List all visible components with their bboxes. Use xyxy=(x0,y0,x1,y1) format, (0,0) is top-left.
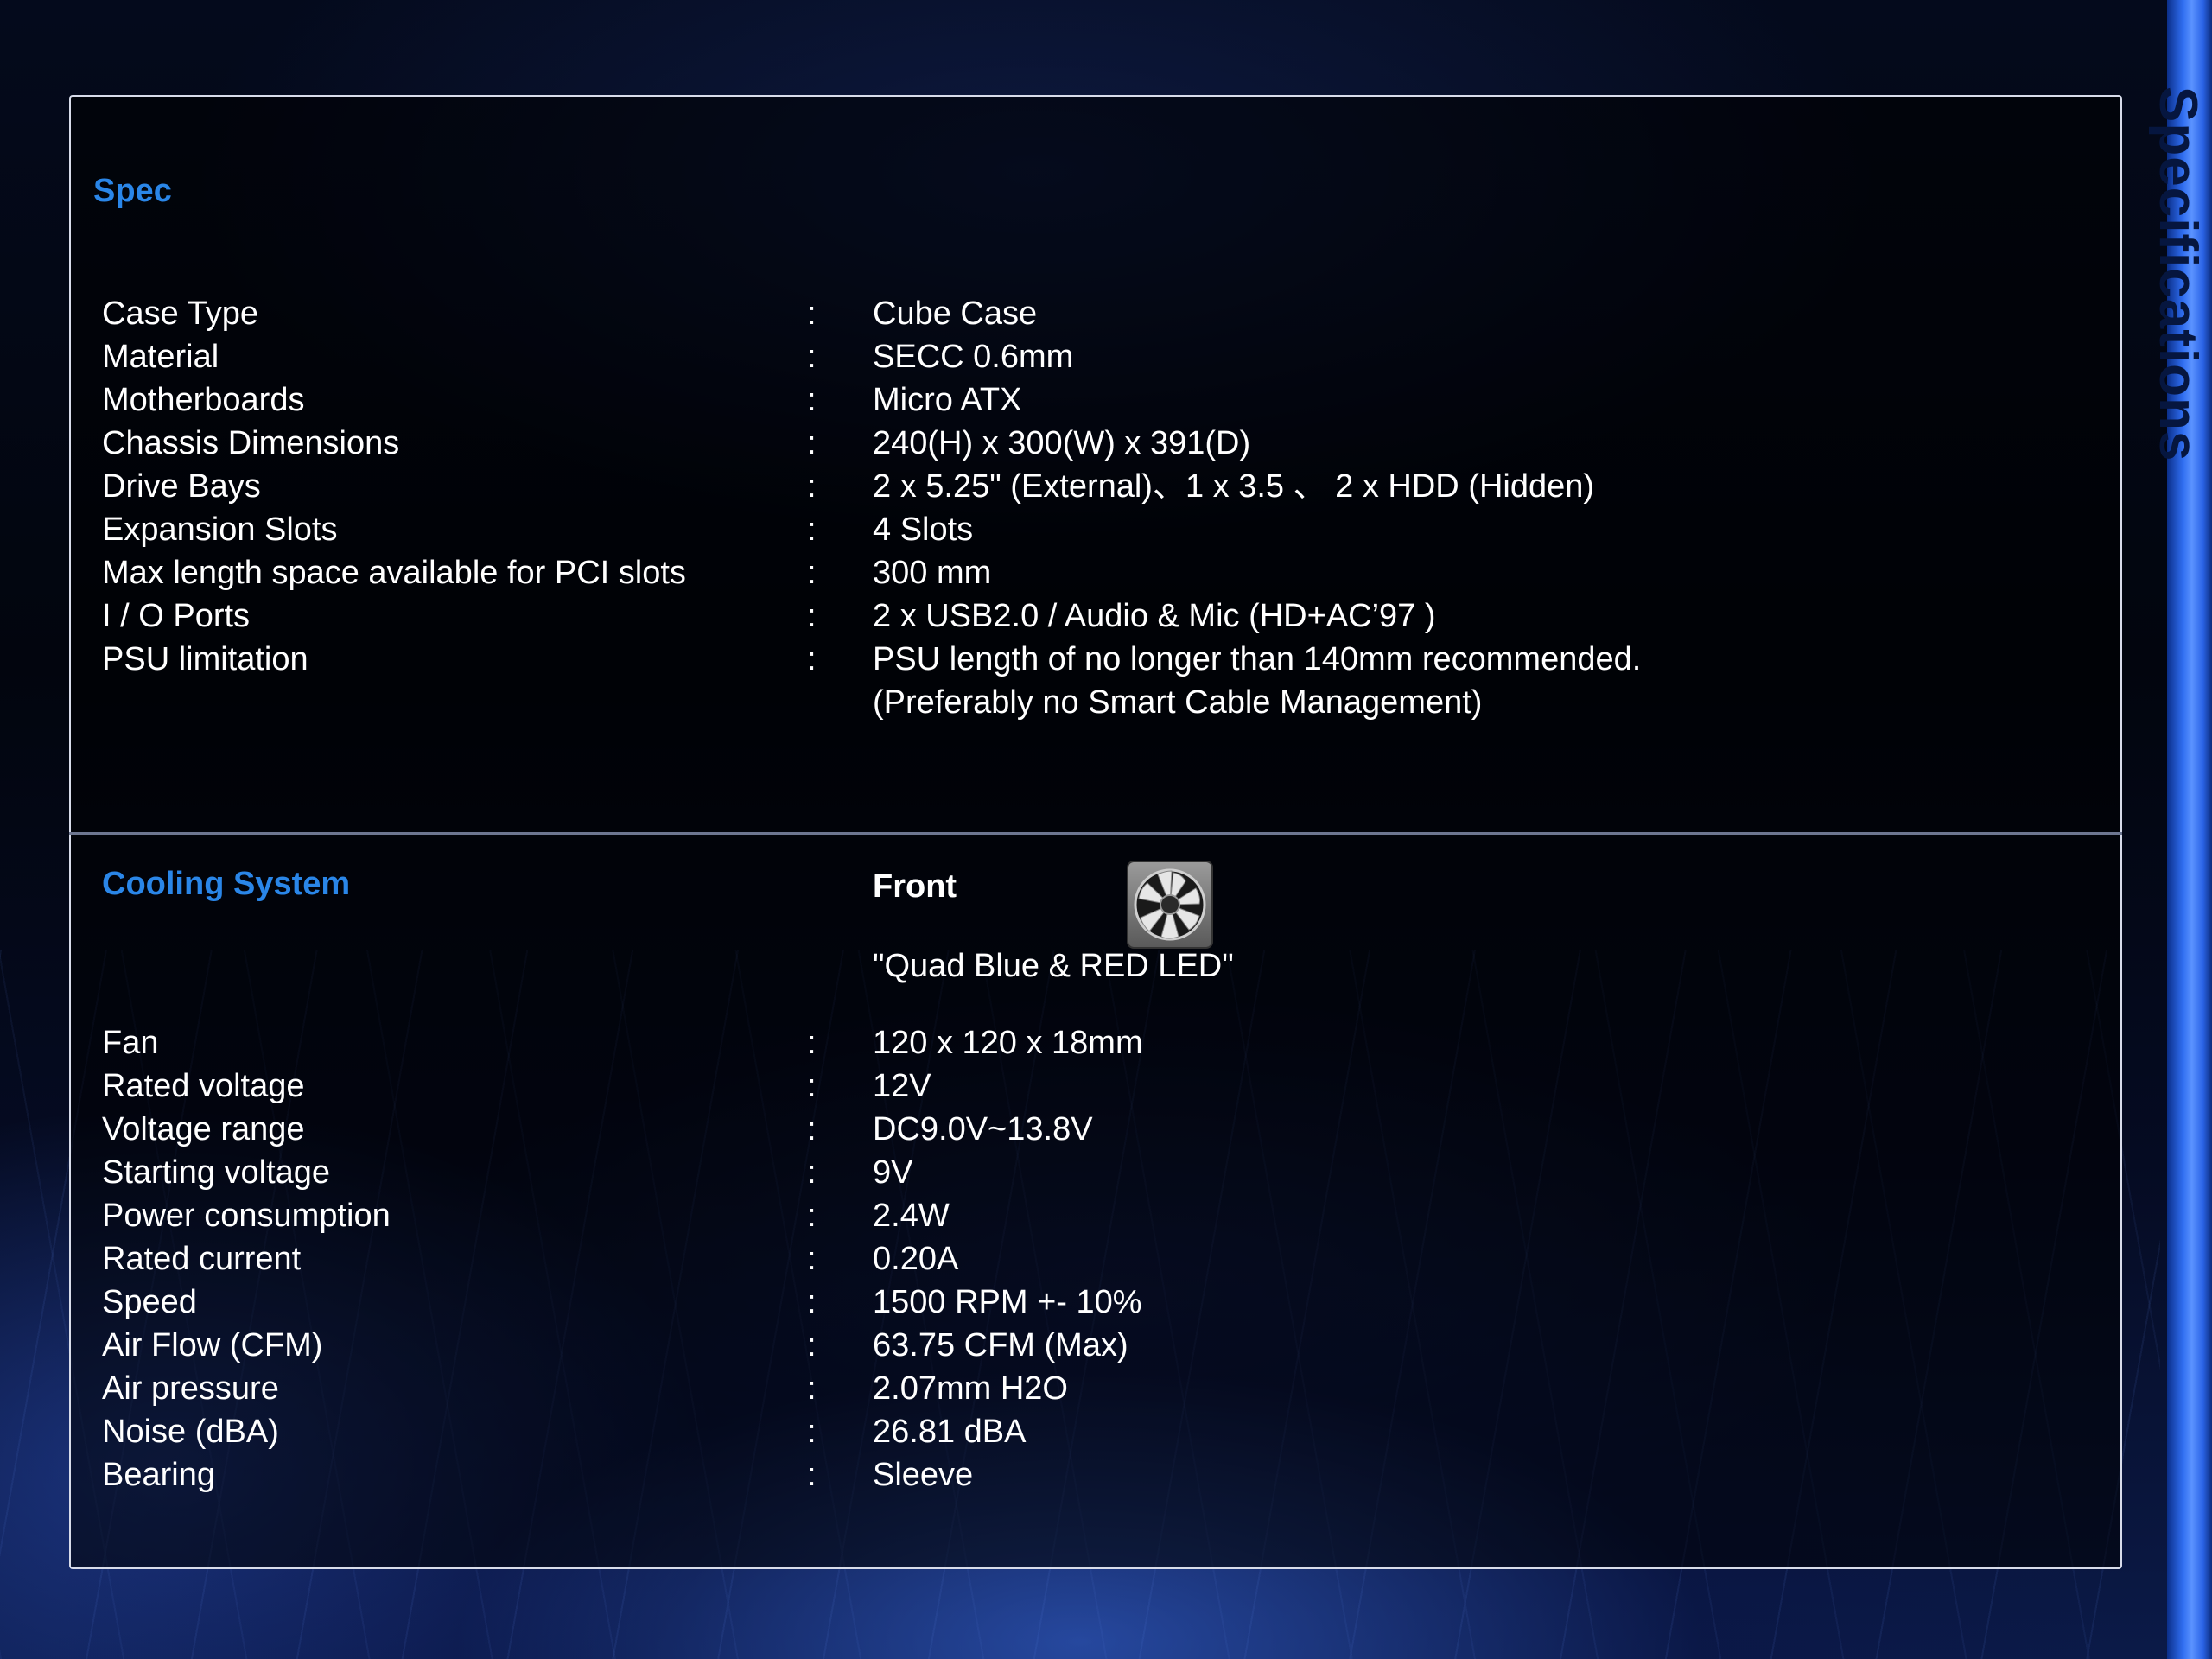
cooling-separator: : xyxy=(807,1241,817,1277)
cooling-value: 0.20A xyxy=(873,1241,959,1277)
spec-row: Drive Bays : 2 x 5.25" (External)、1 x 3.… xyxy=(102,465,1916,508)
spec-label: PSU limitation xyxy=(102,641,308,677)
cooling-row: Fan : 120 x 120 x 18mm xyxy=(102,1021,1916,1065)
cooling-value: 12V xyxy=(873,1068,931,1104)
cooling-row: Starting voltage : 9V xyxy=(102,1151,1916,1194)
cooling-separator: : xyxy=(807,1068,817,1104)
spec-heading: Spec xyxy=(93,173,172,209)
cooling-label: Bearing xyxy=(102,1457,215,1493)
cooling-label: Noise (dBA) xyxy=(102,1414,279,1450)
spec-row: Chassis Dimensions : 240(H) x 300(W) x 3… xyxy=(102,422,1916,465)
cooling-separator: : xyxy=(807,1327,817,1363)
spec-separator: : xyxy=(807,555,817,591)
cooling-separator: : xyxy=(807,1111,817,1147)
cooling-row: Air Flow (CFM) : 63.75 CFM (Max) xyxy=(102,1324,1916,1367)
cooling-label: Air pressure xyxy=(102,1370,279,1407)
cooling-label: Rated current xyxy=(102,1241,302,1277)
cooling-separator: : xyxy=(807,1370,817,1407)
section-divider xyxy=(69,832,2122,835)
cooling-value: 2.07mm H2O xyxy=(873,1370,1068,1407)
cooling-label: Rated voltage xyxy=(102,1068,305,1104)
spec-value: 2 x USB2.0 / Audio & Mic (HD+AC’97 ) xyxy=(873,598,1436,634)
spec-value: 240(H) x 300(W) x 391(D) xyxy=(873,425,1251,461)
cooling-separator: : xyxy=(807,1284,817,1320)
spec-label: Material xyxy=(102,339,219,375)
cooling-label: Power consumption xyxy=(102,1198,391,1234)
spec-label: Case Type xyxy=(102,296,258,332)
spec-value: Cube Case xyxy=(873,296,1038,332)
spec-separator: : xyxy=(807,382,817,418)
spec-separator: : xyxy=(807,598,817,634)
cooling-row: Air pressure : 2.07mm H2O xyxy=(102,1367,1916,1410)
spec-label: Max length space available for PCI slots xyxy=(102,555,686,591)
spec-row: Max length space available for PCI slots… xyxy=(102,551,1916,594)
spec-value: 300 mm xyxy=(873,555,992,591)
cooling-separator: : xyxy=(807,1198,817,1234)
cooling-separator: : xyxy=(807,1154,817,1191)
fan-icon xyxy=(1128,862,1211,947)
spec-row: Case Type : Cube Case xyxy=(102,292,1916,335)
cooling-separator: : xyxy=(807,1025,817,1061)
cooling-value: 2.4W xyxy=(873,1198,950,1234)
cooling-value: 26.81 dBA xyxy=(873,1414,1027,1450)
cooling-value: 1500 RPM +- 10% xyxy=(873,1284,1142,1320)
spec-separator: : xyxy=(807,512,817,548)
spec-label: Expansion Slots xyxy=(102,512,338,548)
cooling-value: 63.75 CFM (Max) xyxy=(873,1327,1128,1363)
spec-value: PSU length of no longer than 140mm recom… xyxy=(873,641,1642,677)
spec-row: Motherboards : Micro ATX xyxy=(102,378,1916,422)
cooling-row: Noise (dBA) : 26.81 dBA xyxy=(102,1410,1916,1453)
spec-label: I / O Ports xyxy=(102,598,251,634)
cooling-value: DC9.0V~13.8V xyxy=(873,1111,1093,1147)
cooling-separator: : xyxy=(807,1414,817,1450)
spec-row: I / O Ports : 2 x USB2.0 / Audio & Mic (… xyxy=(102,594,1916,638)
cooling-row: Speed : 1500 RPM +- 10% xyxy=(102,1281,1916,1324)
spec-row: Material : SECC 0.6mm xyxy=(102,335,1916,378)
cooling-row: Voltage range : DC9.0V~13.8V xyxy=(102,1108,1916,1151)
side-title: Specifications xyxy=(2148,86,2208,462)
cooling-row: Rated voltage : 12V xyxy=(102,1065,1916,1108)
spec-row: PSU limitation : PSU length of no longer… xyxy=(102,638,1916,681)
cooling-heading: Cooling System xyxy=(102,866,351,902)
spec-value: 2 x 5.25" (External)、1 x 3.5 、 2 x HDD (… xyxy=(873,468,1595,505)
cooling-value: 120 x 120 x 18mm xyxy=(873,1025,1143,1061)
spec-separator: : xyxy=(807,641,817,677)
spec-value: SECC 0.6mm xyxy=(873,339,1074,375)
spec-separator: : xyxy=(807,468,817,505)
spec-value: Micro ATX xyxy=(873,382,1022,418)
cooling-label: Speed xyxy=(102,1284,197,1320)
cooling-value: 9V xyxy=(873,1154,913,1191)
spec-separator: : xyxy=(807,339,817,375)
spec-separator: : xyxy=(807,425,817,461)
cooling-row: Bearing : Sleeve xyxy=(102,1453,1916,1497)
cooling-label: Air Flow (CFM) xyxy=(102,1327,323,1363)
cooling-label: Fan xyxy=(102,1025,159,1061)
spec-separator: : xyxy=(807,296,817,332)
spec-label: Motherboards xyxy=(102,382,305,418)
fan-model: "Quad Blue & RED LED" xyxy=(873,948,1234,984)
cooling-value: Sleeve xyxy=(873,1457,974,1493)
spec-row: Expansion Slots : 4 Slots xyxy=(102,508,1916,551)
cooling-row: Power consumption : 2.4W xyxy=(102,1194,1916,1237)
cooling-separator: : xyxy=(807,1457,817,1493)
spec-label: Drive Bays xyxy=(102,468,261,505)
cooling-label: Starting voltage xyxy=(102,1154,331,1191)
spec-value: 4 Slots xyxy=(873,512,974,548)
cooling-label: Voltage range xyxy=(102,1111,305,1147)
fan-position-label: Front xyxy=(873,868,957,905)
spec-label: Chassis Dimensions xyxy=(102,425,400,461)
cooling-row: Rated current : 0.20A xyxy=(102,1237,1916,1281)
psu-note: (Preferably no Smart Cable Management) xyxy=(873,684,1483,721)
